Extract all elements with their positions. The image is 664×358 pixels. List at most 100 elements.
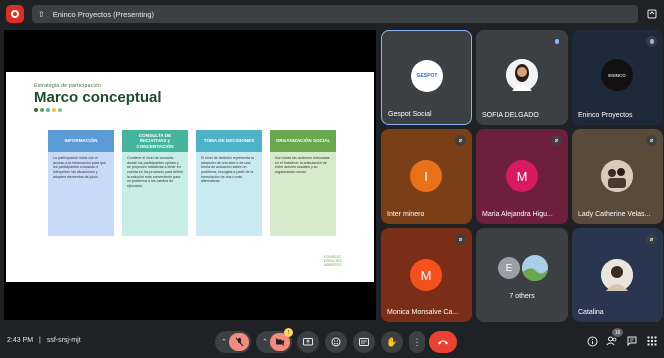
tile-name: Gespot Social <box>388 111 432 118</box>
meeting-code: ssf-srsj-mjt <box>46 337 81 344</box>
mic-off-icon: ⌀ <box>554 138 559 144</box>
tile-lady-catherine[interactable]: ⌀ Lady Catherine Velas... <box>572 129 663 224</box>
mic-off-icon <box>235 337 243 347</box>
mic-indicator <box>551 36 562 47</box>
people-count-badge: 16 <box>612 328 623 337</box>
slide-logo-line: ABIERTOS <box>324 263 342 268</box>
tile-name: Inter minero <box>387 211 425 218</box>
eninco-logo-text: ENINCO <box>608 72 626 78</box>
leave-call-button[interactable] <box>429 331 457 353</box>
mic-off-indicator: ⌀ <box>551 135 562 146</box>
meeting-info-button[interactable] <box>584 333 600 349</box>
mic-off-indicator: ⌀ <box>455 234 466 245</box>
tile-catalina[interactable]: ⌀ Catalina <box>572 228 663 322</box>
slide-dot <box>34 108 38 112</box>
others-label: 7 others <box>509 293 535 300</box>
avatar: M <box>506 160 538 192</box>
tile-name: Maria Alejandra Higu... <box>482 211 553 218</box>
tile-monica-monsalve[interactable]: M ⌀ Monica Monsalve Ca... <box>381 228 472 322</box>
separator: | <box>39 337 41 344</box>
tile-name: Monica Monsalve Ca... <box>387 309 459 316</box>
top-bar: ⇧ Eninco Proyectos (Presenting) <box>0 0 664 28</box>
more-options-button[interactable]: ⋮ <box>409 331 425 353</box>
warning-badge: ! <box>284 328 293 337</box>
avatar: I <box>410 160 442 192</box>
tile-maria-alejandra[interactable]: M ⌀ Maria Alejandra Higu... <box>476 129 568 224</box>
camera-off-icon <box>275 338 285 346</box>
activities-button[interactable] <box>644 333 660 349</box>
landscape-photo-icon <box>522 255 548 281</box>
mic-options-chevron-icon[interactable]: ⌃ <box>221 338 227 346</box>
tile-inter-minero[interactable]: I ⌀ Inter minero <box>381 129 472 224</box>
person-photo-icon <box>601 259 633 291</box>
slide-dot <box>52 108 56 112</box>
tile-name: Eninco Proyectos <box>578 112 633 119</box>
card-body: El nivel de decisión representa la adopc… <box>196 152 262 236</box>
eninco-logo: ENINCO <box>601 59 633 91</box>
gespot-logo-text: GESPOT <box>416 73 438 79</box>
mic-off-icon: ⌀ <box>458 237 463 243</box>
slide-title: Marco conceptual <box>34 89 162 106</box>
mic-off-indicator: ⌀ <box>455 135 466 146</box>
presentation-stage[interactable]: Estrategia de participación Marco concep… <box>4 30 376 320</box>
hand-icon: ✋ <box>386 336 398 347</box>
mic-toggle-button[interactable] <box>229 333 249 351</box>
slide-dot <box>40 108 44 112</box>
card-body: La participación inicia con el acceso a … <box>48 152 114 236</box>
mic-off-icon: ⌀ <box>649 138 654 144</box>
card-toma-decisiones: TOMA DE DECISIONES El nivel de decisión … <box>196 130 262 236</box>
end-call-icon <box>438 340 448 345</box>
tile-name: Lady Catherine Velas... <box>578 211 651 218</box>
slide-dot <box>58 108 62 112</box>
tile-others[interactable]: E 7 others <box>476 228 568 322</box>
meeting-details[interactable]: 2:43 PM | ssf-srsj-mjt <box>7 337 81 344</box>
chat-button[interactable] <box>624 333 640 349</box>
more-vert-icon: ⋮ <box>412 336 422 347</box>
mic-off-indicator: ⌀ <box>646 234 657 245</box>
avatar <box>601 160 633 192</box>
card-body: Contiene el nivel de consulta, donde los… <box>122 152 188 236</box>
avatar: M <box>410 259 442 291</box>
present-screen-icon <box>303 337 313 345</box>
avatar <box>506 59 538 91</box>
avatar-initial: E <box>505 262 513 274</box>
presenting-label: Eninco Proyectos (Presenting) <box>52 9 155 19</box>
speaking-icon <box>649 39 654 44</box>
camera-control: ⌃ ! <box>256 328 293 353</box>
avatar-initial: M <box>420 267 432 283</box>
group-photo-icon <box>601 160 633 192</box>
clock-time: 2:43 PM <box>7 337 34 344</box>
card-head: TOMA DE DECISIONES <box>196 130 262 152</box>
reactions-button[interactable] <box>325 331 347 353</box>
avatar-photo <box>522 255 548 281</box>
card-organizacion: ORGANIZACIÓN SOCIAL Son todas las accion… <box>270 130 336 236</box>
people-button[interactable]: 16 <box>604 328 623 349</box>
tile-eninco-proyectos[interactable]: ENINCO Eninco Proyectos <box>572 30 663 125</box>
card-head: CONSULTA DE INICIATIVAS y CONCERTACIÓN <box>122 130 188 152</box>
presentation-chip[interactable]: ⇧ Eninco Proyectos (Presenting) <box>32 5 638 23</box>
tile-name: SOFIA DELGADO <box>482 112 539 119</box>
slide: Estrategia de participación Marco concep… <box>6 72 374 282</box>
present-button[interactable] <box>297 331 319 353</box>
avatar-initial: M <box>516 168 528 184</box>
card-body: Son todas las acciones enfocadas en el f… <box>270 152 336 236</box>
mic-off-icon: ⌀ <box>649 237 654 243</box>
avatar-initial: I <box>424 168 428 184</box>
mic-off-icon: ⌀ <box>458 138 463 144</box>
tile-gespot-social[interactable]: GESPOT Gespot Social <box>381 30 472 125</box>
person-photo-icon <box>506 59 538 91</box>
meet-window: ⇧ Eninco Proyectos (Presenting) Estrateg… <box>0 0 664 358</box>
captions-button[interactable] <box>353 331 375 353</box>
avatar: E <box>498 257 520 279</box>
tile-sofia-delgado[interactable]: SOFIA DELGADO <box>476 30 568 125</box>
slide-logo: CONSEJO ESPACIOS ABIERTOS <box>324 255 364 271</box>
captions-icon <box>359 338 369 346</box>
raise-hand-button[interactable]: ✋ <box>381 331 403 353</box>
record-indicator[interactable] <box>6 5 24 23</box>
slide-dot <box>46 108 50 112</box>
mic-off-indicator: ⌀ <box>646 135 657 146</box>
camera-options-chevron-icon[interactable]: ⌃ <box>262 338 268 346</box>
mic-indicator <box>646 36 657 47</box>
collapse-button[interactable] <box>644 6 660 22</box>
card-head: ORGANIZACIÓN SOCIAL <box>270 130 336 152</box>
